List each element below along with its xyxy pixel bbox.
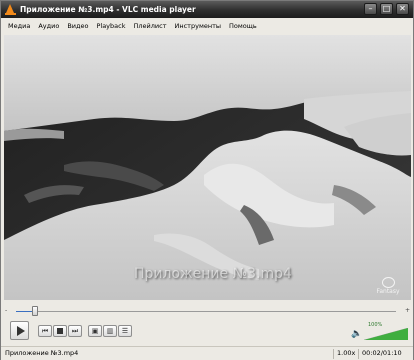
status-divider [358,349,359,359]
title-bar[interactable]: Приложение №3.mp4 - VLC media player – □… [1,1,413,18]
seek-handle[interactable] [32,306,38,316]
vlc-window: Приложение №3.mp4 - VLC media player – □… [0,0,414,360]
previous-icon: ⏮ [41,326,49,335]
stop-button[interactable] [53,325,67,337]
seek-bar[interactable] [16,311,396,312]
time-remaining: + [404,307,410,314]
menu-tools[interactable]: Инструменты [171,18,226,34]
vlc-cone-icon [5,4,16,15]
menu-help[interactable]: Помощь [225,18,261,34]
menu-playback[interactable]: Playback [92,18,129,34]
window-title: Приложение №3.mp4 - VLC media player [20,5,196,14]
playback-speed[interactable]: 1.00x [337,349,355,357]
maximize-button[interactable]: □ [380,3,393,15]
controls-panel: - + ⏮ ⏭ ▣ ▥ ☰ 🔈 100% [4,302,411,345]
play-button[interactable] [10,321,29,340]
video-image [4,35,411,300]
playlist-icon: ☰ [121,326,129,335]
close-button[interactable]: ✕ [396,3,409,15]
volume-slider[interactable] [364,328,408,340]
playback-time[interactable]: 00:02/01:10 [362,349,402,357]
video-title-overlay: Приложение №3.mp4 [134,266,292,282]
status-file-name: Приложение №3.mp4 [5,349,79,357]
extended-settings-button[interactable]: ▥ [103,325,117,337]
menu-bar: Медиа Аудио Видео Playback Плейлист Инст… [1,18,413,34]
time-elapsed: - [5,307,8,314]
video-frame[interactable]: Приложение №3.mp4 Fantasy [4,35,411,300]
menu-media[interactable]: Медиа [4,18,34,34]
menu-audio[interactable]: Аудио [34,18,63,34]
play-icon [16,325,25,336]
minimize-button[interactable]: – [364,3,377,15]
previous-button[interactable]: ⏮ [38,325,52,337]
speaker-icon[interactable]: 🔈 [351,329,362,339]
fullscreen-button[interactable]: ▣ [88,325,102,337]
stop-icon [57,328,63,334]
menu-video[interactable]: Видео [63,18,92,34]
next-button[interactable]: ⏭ [68,325,82,337]
playlist-button[interactable]: ☰ [118,325,132,337]
next-icon: ⏭ [71,326,79,335]
fullscreen-icon: ▣ [91,326,99,335]
watermark-logo: Fantasy [375,277,401,295]
menu-playlist[interactable]: Плейлист [129,18,170,34]
equalizer-icon: ▥ [106,326,114,335]
status-bar: Приложение №3.mp4 1.00x 00:02/01:10 [1,346,413,360]
status-divider [333,349,334,359]
